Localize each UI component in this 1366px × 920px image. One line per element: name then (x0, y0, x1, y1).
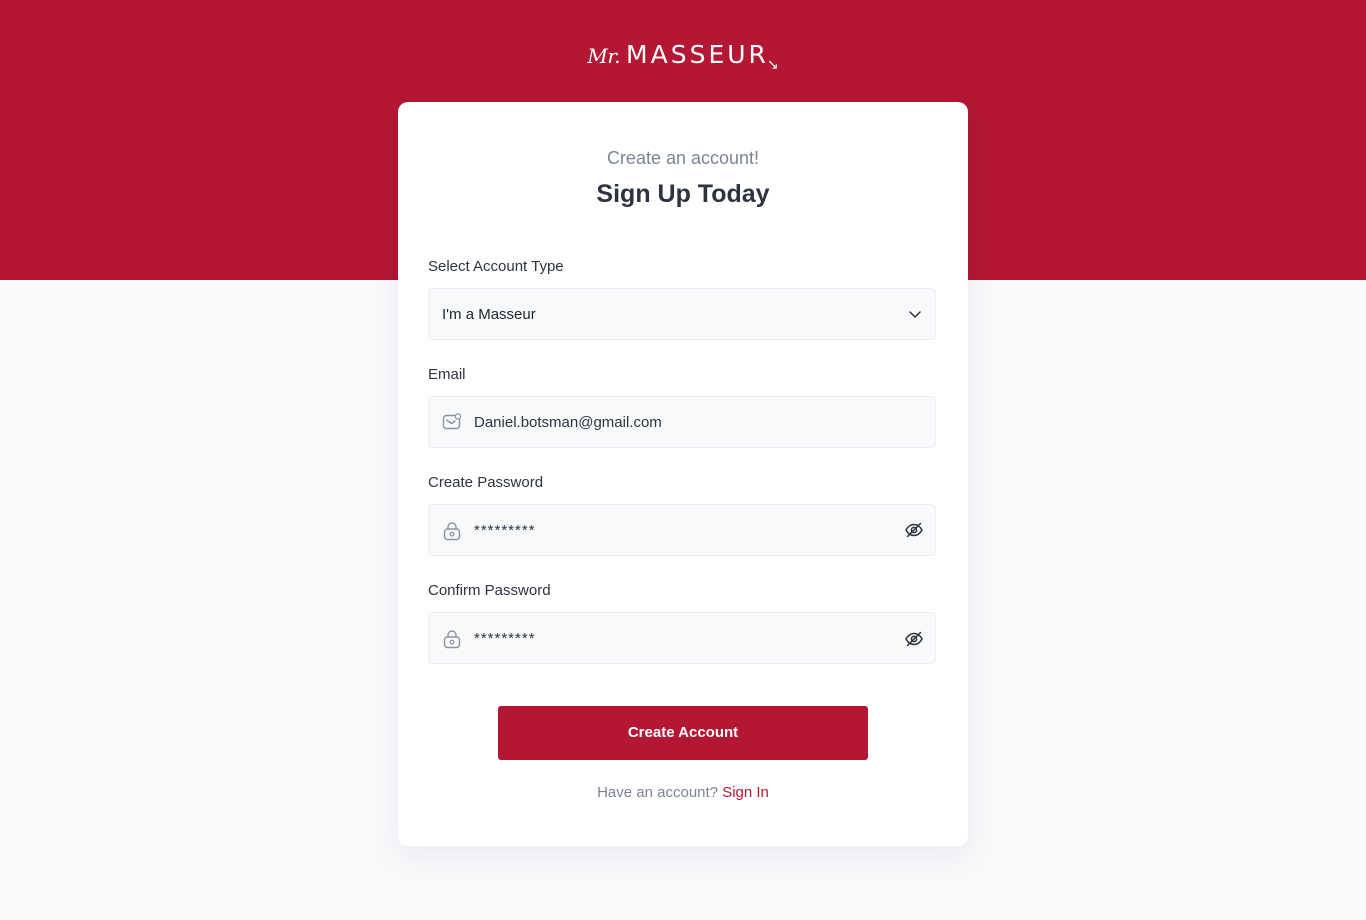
lock-icon (443, 522, 461, 541)
account-type-label: Select Account Type (428, 258, 564, 275)
email-field[interactable]: Daniel.botsman@gmail.com (428, 396, 936, 448)
signin-prompt-text: Have an account? (597, 784, 719, 801)
sign-in-link[interactable]: Sign In (722, 784, 769, 801)
form-title: Sign Up Today (596, 180, 770, 208)
brand-logo[interactable]: Mr. MASSEUR ↘ (0, 40, 1366, 72)
create-account-button[interactable]: Create Account (498, 706, 868, 760)
eye-off-icon[interactable] (904, 629, 924, 649)
chevron-down-icon[interactable] (905, 304, 925, 324)
eye-off-icon[interactable] (904, 520, 924, 540)
signin-prompt: Have an account? Sign In (398, 784, 968, 801)
confirm-password-field[interactable]: ********* (428, 612, 936, 664)
confirm-password-value: ********* (474, 630, 536, 647)
lock-icon (443, 630, 461, 649)
mail-icon (442, 413, 462, 430)
email-value: Daniel.botsman@gmail.com (474, 414, 662, 431)
create-password-field[interactable]: ********* (428, 504, 936, 556)
confirm-password-label: Confirm Password (428, 582, 551, 599)
create-password-value: ********* (474, 522, 536, 539)
signup-card: Create an account! Sign Up Today Select … (398, 102, 968, 846)
logo-prefix: Mr. (587, 44, 621, 68)
account-type-value: I'm a Masseur (442, 306, 536, 323)
email-label: Email (428, 366, 466, 383)
logo-arrow-icon: ↘ (766, 56, 779, 72)
create-password-label: Create Password (428, 474, 544, 491)
account-type-select[interactable]: I'm a Masseur (428, 288, 936, 340)
logo-wordmark: MASSEUR (626, 40, 769, 69)
form-subtitle: Create an account! (606, 148, 760, 168)
